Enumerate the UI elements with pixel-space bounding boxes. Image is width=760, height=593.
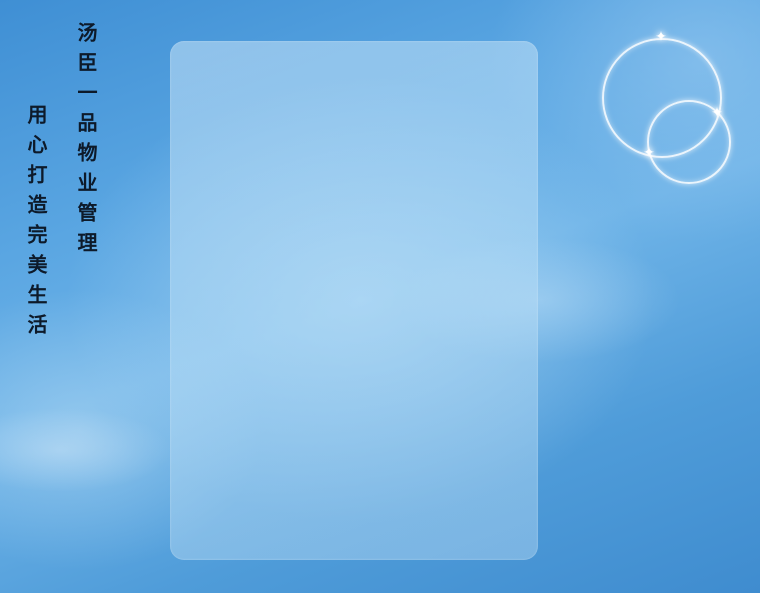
slogan-vertical: 用心打造完美生活 [24, 104, 48, 344]
sparkle-icon: ✦ [643, 145, 655, 161]
sparkle-icon: ✦ [655, 29, 667, 45]
company-name-vertical: 汤臣一品物业管理 [74, 22, 98, 262]
content-panel [170, 41, 538, 560]
sparkle-icon: ✦ [711, 105, 723, 121]
